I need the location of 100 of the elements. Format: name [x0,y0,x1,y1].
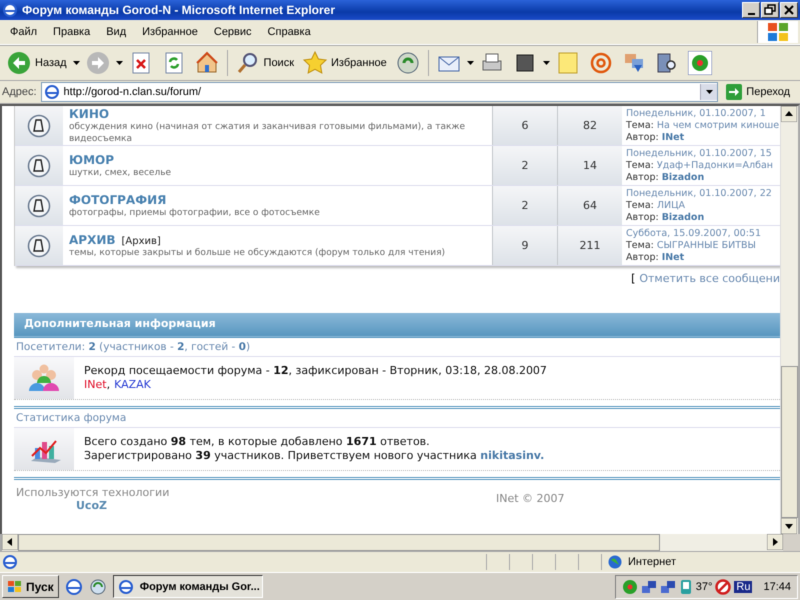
author-label: Автор: [626,212,659,222]
copyright-text: INet © 2007 [496,491,565,507]
forum-title-link[interactable]: ФОТОГРАФИЯ [69,192,166,206]
bracket-text: [ [631,272,636,285]
forum-icon [27,234,51,258]
forum-description: обсуждения кино (начиная от сжатия и заканчивая готовыми фильмами), а также видеосъемка [69,120,466,144]
menu-item[interactable]: Файл [2,26,46,38]
search-button[interactable]: Поиск [232,49,298,77]
users-icon [26,363,62,393]
media-icon [396,51,420,75]
taskbar-window-button[interactable]: Форум команды Gor... [112,575,263,598]
forum-title-link[interactable]: ЮМОР [69,152,114,166]
topic-count-cell: 2 [492,146,557,185]
vertical-scrollbar[interactable] [780,106,798,534]
temperature-text: 37° [696,580,712,592]
author-link[interactable]: Bizadon [662,172,704,182]
author-link[interactable]: INet [662,132,684,142]
browser-icon [2,2,18,18]
topic-link[interactable]: ЛИЦА [656,200,685,210]
archive-tag: [Архив] [122,236,161,246]
page-icon [44,84,60,100]
menu-item[interactable]: Справка [260,26,319,38]
scroll-up-arrow-icon [781,106,797,122]
network-icon[interactable] [660,578,676,594]
last-post-date-link[interactable]: Понедельник, 01.10.2007, 22 [626,188,780,200]
star-icon [303,51,328,75]
browser-icon[interactable] [64,578,83,596]
topic-label: Тема: [626,160,654,170]
window-title: Форум команды Gorod-N - Microsoft Internet Explorer [22,3,336,17]
forum-title-link[interactable]: АРХИВ [69,232,116,246]
scroll-down-arrow-icon [781,518,797,534]
scroll-right-arrow-icon [767,534,783,550]
scroll-left-arrow-icon [2,534,18,550]
menu-item[interactable]: Вид [98,26,134,38]
minimize-icon [748,13,754,15]
topic-count-cell: 6 [492,106,557,145]
dropdown-caret-icon [466,61,474,65]
author-label: Автор: [626,252,659,262]
favorites-button[interactable]: Избранное [300,49,390,77]
close-button[interactable] [780,2,798,18]
forum-description: шутки, смех, веселье [69,166,172,178]
new-member-link[interactable]: nikitasinv. [480,449,544,462]
section-header: Дополнительная информация [14,313,780,338]
author-label: Автор: [626,172,659,182]
record-text: Рекорд посещаемости форума - 12, зафиксирован - Вторник, 03:18, 28.08.2007 [84,364,547,378]
back-button[interactable]: Назад [4,49,70,77]
menu-item[interactable]: Правка [45,26,98,38]
online-user-link[interactable]: KAZAK [114,378,151,392]
post-count-cell: 211 [557,226,622,265]
topic-count-cell: 9 [492,226,557,265]
online-user-link[interactable]: INet [84,378,107,392]
globe-icon [608,555,622,569]
browser-icon [118,578,134,594]
post-count-cell: 82 [557,106,622,145]
magnifier-icon [236,51,260,75]
minimize-button[interactable] [742,2,760,18]
forum-title-link[interactable]: КИНО [69,106,110,120]
last-post-date-link[interactable]: Понедельник, 01.10.2007, 1 [626,108,780,120]
statistics-text: Зарегистрировано 39 участников. Приветствуем нового участника nikitasinv. [84,449,544,463]
author-link[interactable]: Bizadon [662,212,704,222]
language-indicator[interactable]: Ru [734,580,752,592]
page-icon [2,554,18,570]
menu-item[interactable]: Избранное [134,26,206,38]
note-icon [556,51,580,75]
author-link[interactable]: INet [662,252,684,262]
media-icon[interactable] [88,578,107,596]
visitors-line: Посетители: 2 (участников - 2, гостей - 0) [15,340,252,355]
topic-label: Тема: [626,240,654,250]
phone-icon[interactable] [678,578,693,594]
last-post-date-link[interactable]: Суббота, 15.09.2007, 00:51 [626,228,780,240]
last-post-date-link[interactable]: Понедельник, 01.10.2007, 15 [626,148,780,160]
forum-icon [27,194,51,218]
network-icon[interactable] [640,578,657,594]
restore-icon [763,3,777,17]
author-label: Автор: [626,132,659,142]
scrollbar-corner [783,534,800,551]
go-button[interactable]: Переход [722,84,798,100]
start-button[interactable]: Пуск [2,575,59,598]
house-icon [194,51,219,75]
clock-text: 17:44 [763,580,791,592]
topic-link[interactable]: СЫГРАННЫЕ БИТВЫ [656,240,756,250]
mark-all-read-link[interactable]: Отметить все сообщени [639,272,780,285]
post-count-cell: 64 [557,186,622,225]
topic-count-cell: 2 [492,186,557,225]
dropdown-caret-icon [706,90,713,94]
horizontal-scrollbar[interactable] [0,534,800,551]
no-entry-icon[interactable] [715,578,732,594]
ucoz-link[interactable]: UcoZ [16,499,496,512]
menu-item[interactable]: Сервис [206,26,260,38]
statistics-text: Всего создано 98 тем, в которые добавлено 1671 ответов. [84,435,431,449]
address-field[interactable]: http://gorod-n.clan.su/forum/ [40,82,718,102]
forum-icon [27,154,51,178]
topic-link[interactable]: На чем смотрим киноше [656,120,780,130]
windows-flag-icon [7,580,23,594]
forum-icon [27,114,51,138]
topic-link[interactable]: Удаф+Падонки=Албан [656,160,773,170]
post-count-cell: 14 [557,146,622,185]
restore-button[interactable] [761,2,779,18]
address-label: Адрес: [2,86,37,98]
dropdown-caret-icon [116,61,123,65]
